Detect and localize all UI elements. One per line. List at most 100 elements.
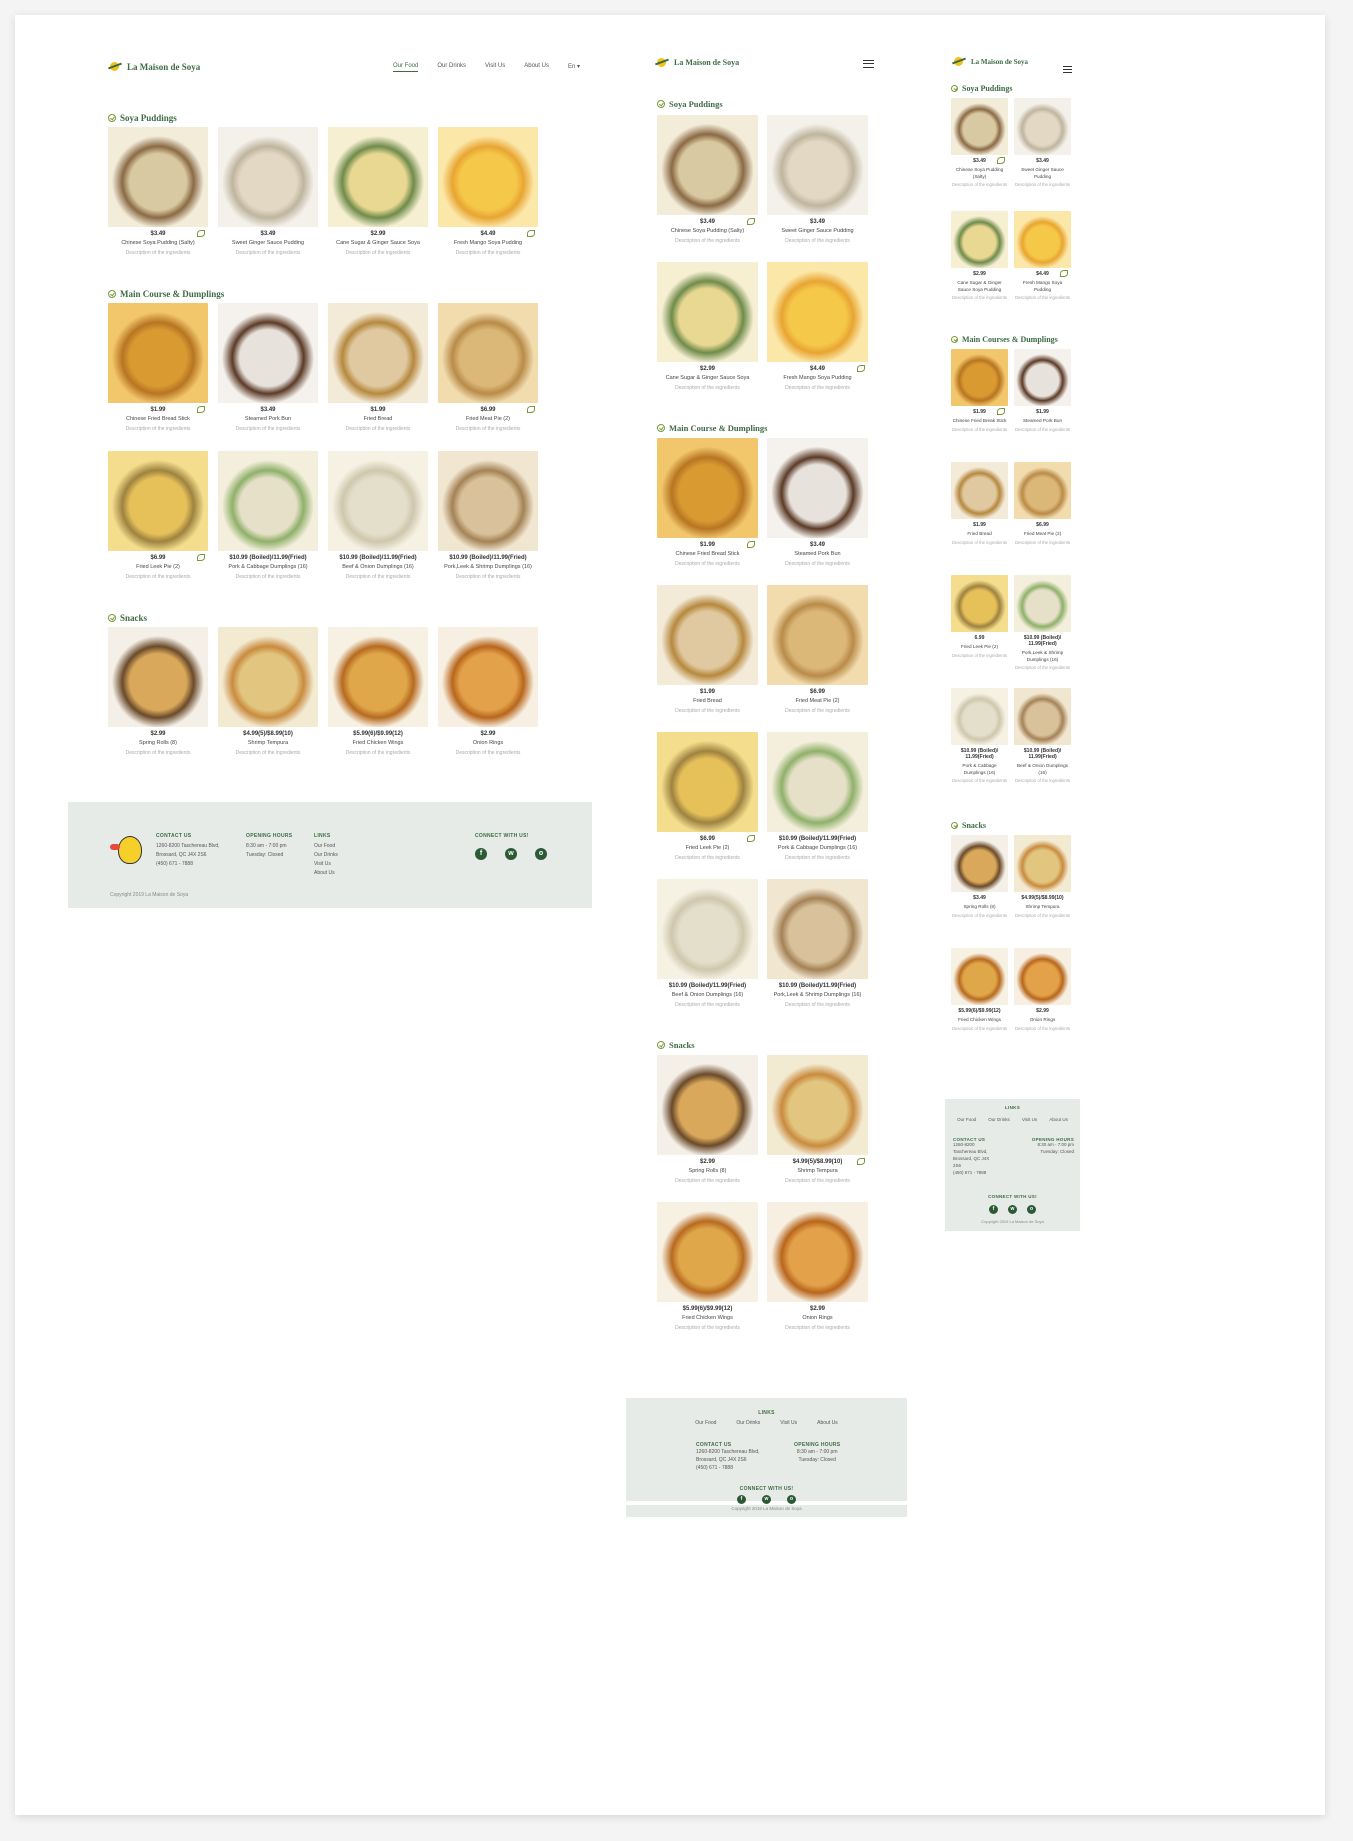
menu-item[interactable]: $5.99(6)/$9.99(12) Fried Chicken Wings Des…	[951, 948, 1008, 1032]
tablet-logo[interactable]: La Maison de Soya	[655, 57, 739, 68]
menu-item[interactable]: $5.99(6)/$9.99(12) Fried Chicken Wings Des…	[328, 627, 428, 757]
menu-item[interactable]: $4.49 Fresh Mango Soya Pudding Description…	[767, 262, 868, 392]
footer-link-visit-us[interactable]: Visit Us	[1022, 1116, 1037, 1124]
footer-link-visit-us[interactable]: Visit Us	[314, 860, 338, 869]
item-name: Cane Sugar & Ginger Sauce Soya	[665, 375, 750, 381]
menu-item[interactable]: $6.99 Fried Leek Pie (2) Description of th…	[108, 451, 208, 581]
item-description: Description of the ingredients	[455, 573, 521, 580]
instagram-icon[interactable]: o	[1027, 1205, 1036, 1214]
menu-item[interactable]: $5.99(6)/$9.99(12) Fried Chicken Wings Des…	[657, 1202, 758, 1332]
menu-item[interactable]: $1.99 Chinese Fried Bread Stick Descriptio…	[657, 438, 758, 568]
food-photo	[218, 451, 318, 551]
menu-item[interactable]: $10.99 (Boiled)/11.99(Fried) Beef & Onion…	[328, 451, 428, 581]
nav-about-us[interactable]: About Us	[524, 63, 549, 72]
menu-item[interactable]: $3.49 Sweet Ginger Sauce Pudding Descripti…	[767, 115, 868, 245]
menu-item[interactable]: $2.99 Onion Rings Description of the ingre…	[438, 627, 538, 757]
menu-item[interactable]: $3.49 Steamed Pork Bun Description of the …	[218, 303, 318, 433]
wechat-icon[interactable]: w	[1008, 1205, 1017, 1214]
menu-item[interactable]: $6.99 Fried Meat Pie (2) Description of th…	[438, 303, 538, 433]
wechat-icon[interactable]: w	[505, 848, 517, 860]
contact-line: Taschereau Blvd,	[953, 1148, 988, 1154]
footer-link-our-food[interactable]: Our Food	[314, 842, 338, 851]
footer-link-our-drinks[interactable]: Our Drinks	[736, 1419, 760, 1428]
item-description: Description of the ingredients	[1014, 778, 1071, 784]
menu-item[interactable]: $10.99 (Boiled)/ 11.99(Fried) Pork,Leek &…	[1014, 575, 1071, 671]
menu-item[interactable]: $10.99 (Boiled)/ 11.99(Fried) Pork & Cabb…	[951, 688, 1008, 784]
menu-item[interactable]: $3.49 Chinese Soya Pudding (Salty) Descrip…	[657, 115, 758, 245]
menu-item[interactable]: $4.99(5)/$8.99(10) Shrimp Tempura Descript…	[218, 627, 318, 757]
menu-item[interactable]: $4.49 Fresh Mango Soya Pudding Description…	[1014, 211, 1071, 301]
footer-link-about-us[interactable]: About Us	[314, 869, 338, 878]
hours-line: Tuesday: Closed	[1040, 1148, 1074, 1154]
menu-item[interactable]: $10.99 (Boiled)/11.99(Fried) Pork,Leek & …	[438, 451, 538, 581]
footer-link-visit-us[interactable]: Visit Us	[780, 1419, 797, 1428]
menu-item[interactable]: $1.99 Chinese Fried Bread Stick Descriptio…	[108, 303, 208, 433]
menu-item[interactable]: $1.99 Chinese Fried Break Stick Descriptio…	[951, 349, 1008, 433]
copyright: Copyright 2019 La Maison de Soya	[626, 1505, 907, 1517]
menu-item[interactable]: 6.99 Fried Leek Pie (2) Description of the…	[951, 575, 1008, 659]
menu-item[interactable]: $3.49 Chinese Soya Pudding (Salty) Descrip…	[108, 127, 208, 257]
menu-item[interactable]: $3.49 Chinese Soya Pudding (Salty) Descrip…	[951, 98, 1008, 188]
menu-item[interactable]: $2.99 Cane Sugar & Ginger Sauce Soya Descr…	[328, 127, 428, 257]
item-description: Description of the ingredients	[951, 652, 1008, 658]
mobile-logo[interactable]: La Maison de Soya	[952, 56, 1028, 67]
menu-item[interactable]: $2.99 Cane Sugar & Ginger Sauce Soya Descr…	[657, 262, 758, 392]
nav-en[interactable]: En ▾	[568, 63, 580, 72]
desktop-logo[interactable]: La Maison de Soya	[108, 61, 200, 72]
menu-item[interactable]: $3.49 Sweet Ginger Sauce Pudding Descripti…	[1014, 98, 1071, 188]
menu-item[interactable]: $1.99 Fried Bread Description of the ingre…	[657, 585, 758, 715]
menu-item[interactable]: $2.99 Spring Rolls (8) Description of the …	[108, 627, 208, 757]
menu-item[interactable]: $4.99(5)/$8.99(10) Shrimp Tempura Descript…	[1014, 835, 1071, 919]
facebook-icon[interactable]: f	[475, 848, 487, 860]
menu-item[interactable]: $6.99 Fried Leek Pie (2) Description of th…	[657, 732, 758, 862]
item-description: Description of the ingredients	[345, 573, 411, 580]
menu-item[interactable]: $3.49 Spring Rolls (8) Description of the …	[951, 835, 1008, 919]
menu-item[interactable]: $2.99 Onion Rings Description of the ingre…	[1014, 948, 1071, 1032]
footer-link-our-food[interactable]: Our Food	[957, 1116, 976, 1124]
item-description: Description of the ingredients	[1014, 665, 1071, 671]
hamburger-menu-icon[interactable]	[863, 60, 874, 68]
menu-item[interactable]: $2.99 Onion Rings Description of the ingre…	[767, 1202, 868, 1332]
food-photo	[1014, 211, 1071, 268]
footer-link-our-drinks[interactable]: Our Drinks	[314, 851, 338, 860]
hamburger-menu-icon[interactable]	[1063, 66, 1072, 73]
food-photo	[438, 627, 538, 727]
item-name: Pork & Cabbage Dumplings (16)	[228, 564, 308, 570]
footer-link-about-us[interactable]: About Us	[817, 1419, 838, 1428]
wechat-icon[interactable]: w	[762, 1495, 771, 1504]
menu-item[interactable]: $2.99 Cane Sugar & Ginger Sauce Soya Pudd…	[951, 211, 1008, 301]
menu-item[interactable]: $10.99 (Boiled)/11.99(Fried) Pork & Cabba…	[767, 732, 868, 862]
footer-link-our-drinks[interactable]: Our Drinks	[988, 1116, 1010, 1124]
facebook-icon[interactable]: f	[989, 1205, 998, 1214]
nav-visit-us[interactable]: Visit Us	[485, 63, 505, 72]
instagram-icon[interactable]: o	[535, 848, 547, 860]
item-price: $5.99(6)/$9.99(12)	[958, 1008, 1001, 1015]
menu-item[interactable]: $1.99 Fried Bread Description of the ingre…	[328, 303, 428, 433]
item-name: Fried Chicken Wings	[352, 740, 404, 746]
section-title: Main Course & Dumplings	[657, 423, 767, 433]
item-name: Fried Bread	[363, 416, 393, 422]
section-title: Snacks	[951, 821, 986, 830]
item-price: $6.99	[699, 836, 715, 842]
footer-link-our-food[interactable]: Our Food	[695, 1419, 716, 1428]
menu-item[interactable]: $10.99 (Boiled)/11.99(Fried) Beef & Onion…	[657, 879, 758, 1009]
food-photo	[328, 627, 428, 727]
menu-item[interactable]: $3.49 Steamed Pork Bun Description of the …	[767, 438, 868, 568]
menu-item[interactable]: $6.99 Fried Meat Pie (2) Description of th…	[1014, 462, 1071, 546]
menu-item[interactable]: $1.99 Fried Bread Description of the ingre…	[951, 462, 1008, 546]
menu-item[interactable]: $1.99 Steamed Pork Bun Description of the …	[1014, 349, 1071, 433]
menu-item[interactable]: $2.99 Spring Rolls (8) Description of the …	[657, 1055, 758, 1185]
footer-link-about-us[interactable]: About Us	[1049, 1116, 1068, 1124]
brand-name: La Maison de Soya	[127, 61, 201, 72]
menu-item[interactable]: $10.99 (Boiled)/11.99(Fried) Pork & Cabba…	[218, 451, 318, 581]
facebook-icon[interactable]: f	[737, 1495, 746, 1504]
menu-item[interactable]: $10.99 (Boiled)/11.99(Fried) Pork,Leek & …	[767, 879, 868, 1009]
menu-item[interactable]: $10.99 (Boiled)/ 11.99(Fried) Beef & Onio…	[1014, 688, 1071, 784]
nav-our-food[interactable]: Our Food	[393, 63, 419, 72]
menu-item[interactable]: $6.99 Fried Meat Pie (2) Description of th…	[767, 585, 868, 715]
menu-item[interactable]: $4.49 Fresh Mango Soya Pudding Description…	[438, 127, 538, 257]
menu-item[interactable]: $3.49 Sweet Ginger Sauce Pudding Descripti…	[218, 127, 318, 257]
instagram-icon[interactable]: o	[787, 1495, 796, 1504]
menu-item[interactable]: $4.99(5)/$8.99(10) Shrimp Tempura Descript…	[767, 1055, 868, 1185]
nav-our-drinks[interactable]: Our Drinks	[437, 63, 466, 72]
